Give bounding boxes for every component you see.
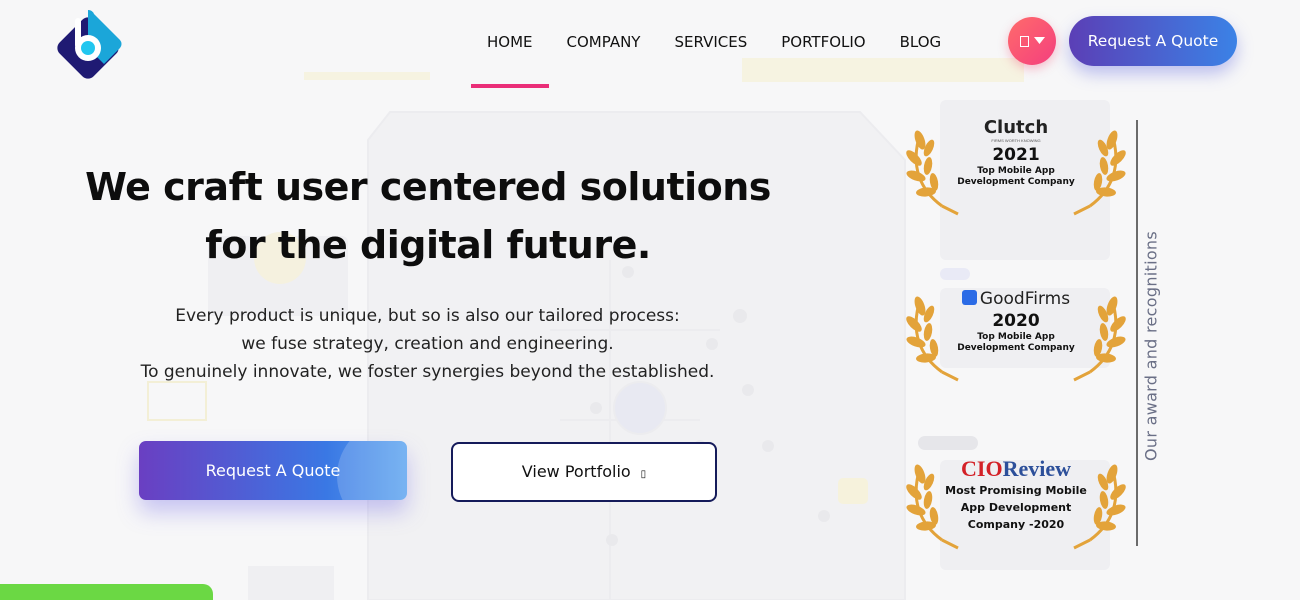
company-logo[interactable] bbox=[48, 6, 128, 86]
award-goodfirms: GoodFirms 2020 Top Mobile App Developmen… bbox=[906, 282, 1126, 382]
award-line1: Top Mobile App bbox=[977, 166, 1055, 176]
award-year: 2020 bbox=[992, 311, 1040, 331]
awards-side-label: Our award and recognitions bbox=[1141, 230, 1161, 462]
award-brand: Clutch bbox=[983, 117, 1049, 138]
award-line2: Development Company bbox=[957, 177, 1075, 187]
header-request-quote-button[interactable]: Request A Quote bbox=[1069, 16, 1237, 66]
view-portfolio-label: View Portfolio bbox=[521, 462, 631, 481]
arrow-right-icon: ▯ bbox=[640, 469, 647, 480]
award-year: 2021 bbox=[992, 145, 1040, 165]
main-nav: HOME COMPANY SERVICES PORTFOLIO BLOG bbox=[470, 0, 958, 90]
hero-subtitle-line1: Every product is unique, but so is also … bbox=[175, 306, 680, 326]
chat-widget-tab[interactable] bbox=[0, 584, 213, 600]
request-quote-button[interactable]: Request A Quote bbox=[139, 441, 407, 500]
hero-title-line1: We craft user centered solutions bbox=[85, 165, 771, 209]
award-line1: Most Promising Mobile bbox=[945, 484, 1087, 497]
nav-portfolio[interactable]: PORTFOLIO bbox=[764, 0, 882, 84]
nav-services[interactable]: SERVICES bbox=[657, 0, 764, 84]
nav-blog[interactable]: BLOG bbox=[883, 0, 959, 84]
hero-title: We craft user centered solutions for the… bbox=[60, 158, 796, 274]
flag-icon bbox=[1019, 35, 1029, 47]
view-portfolio-button[interactable]: View Portfolio ▯ bbox=[451, 442, 717, 502]
award-clutch: Clutch FIRMS WORTH KNOWING 2021 Top Mobi… bbox=[906, 116, 1126, 216]
caret-down-icon bbox=[1033, 37, 1045, 44]
award-line3: Company -2020 bbox=[967, 518, 1065, 531]
award-cioreview: CIOReview Most Promising Mobile App Deve… bbox=[906, 450, 1126, 550]
award-line1: Top Mobile App bbox=[977, 332, 1055, 342]
award-brand-row: GoodFirms bbox=[936, 288, 1096, 310]
award-line2: App Development bbox=[960, 501, 1072, 514]
nav-home[interactable]: HOME bbox=[470, 0, 550, 88]
award-brand-review: Review bbox=[1002, 456, 1071, 481]
language-selector[interactable] bbox=[1008, 17, 1056, 65]
hero-subtitle-line2: we fuse strategy, creation and engineeri… bbox=[241, 334, 614, 354]
award-line2: Development Company bbox=[957, 343, 1075, 353]
nav-company[interactable]: COMPANY bbox=[550, 0, 658, 84]
hero-title-line2: for the digital future. bbox=[205, 223, 651, 267]
awards-divider bbox=[1136, 120, 1138, 546]
hero-subtitle: Every product is unique, but so is also … bbox=[100, 302, 755, 386]
hero-subtitle-line3: To genuinely innovate, we foster synergi… bbox=[140, 362, 715, 382]
award-brand: GoodFirms bbox=[979, 289, 1071, 309]
goodfirms-logo-icon bbox=[961, 290, 977, 305]
award-brand-cio: CIO bbox=[961, 456, 1003, 481]
award-brand-row: CIOReview bbox=[936, 456, 1096, 482]
